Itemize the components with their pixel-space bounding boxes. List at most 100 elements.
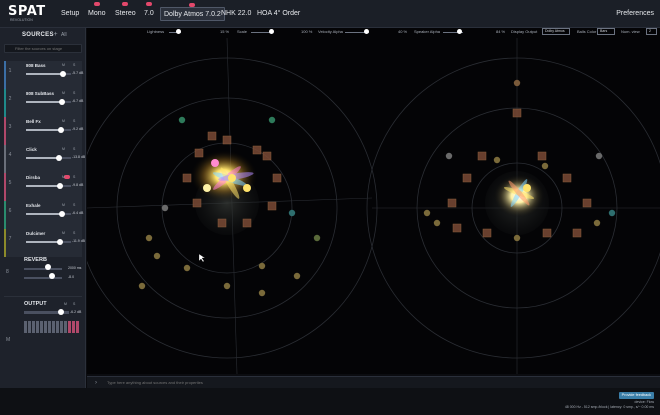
slider-knob[interactable] (59, 71, 66, 77)
source-strip[interactable]: 2 808 SubBass M S -6.7 dB (4, 89, 83, 117)
spatial-viewport[interactable]: Lightness 15 % Scale 100 % Velocity Alph… (87, 28, 660, 374)
output-strip[interactable]: M OUTPUT M S -6.2 dB (4, 296, 82, 358)
output-solo-button[interactable]: S (73, 302, 75, 306)
tab-dolby-atmos[interactable]: Dolby Atmos 7.0.2 (160, 3, 225, 21)
command-input[interactable] (107, 379, 637, 387)
sources-all-toggle[interactable]: All (61, 32, 67, 38)
gain-slider[interactable] (26, 71, 71, 77)
speaker-dot[interactable] (593, 219, 601, 227)
solo-button[interactable]: S (73, 147, 75, 151)
lightness-knob[interactable] (176, 29, 181, 34)
speaker-scene[interactable] (87, 28, 660, 374)
num-view-select[interactable]: 2 (646, 28, 657, 35)
source-name[interactable]: Exhale (26, 203, 41, 208)
speaker-cube[interactable] (582, 198, 592, 208)
speaker-cube[interactable] (272, 173, 282, 183)
speaker-dot[interactable] (268, 116, 276, 124)
speaker-dot[interactable] (493, 156, 501, 164)
speaker-cube[interactable] (252, 145, 262, 155)
speaker-dot[interactable] (223, 282, 231, 290)
speaker-dot[interactable] (313, 234, 321, 242)
mute-button[interactable]: M (62, 203, 65, 207)
speaker-cube[interactable] (207, 131, 217, 141)
speaker-dot[interactable] (258, 262, 266, 270)
speaker-cube[interactable] (477, 151, 487, 161)
tab-nhk[interactable]: NHK 22.0 (221, 7, 251, 21)
sources-search-input[interactable] (4, 44, 82, 53)
solo-button[interactable]: S (73, 175, 75, 179)
source-strip[interactable]: 5 Dirsba M S -9.8 dB (4, 173, 83, 201)
speaker-cube[interactable] (192, 198, 202, 208)
source-name[interactable]: 808 SubBass (26, 91, 54, 96)
speaker-dot[interactable] (138, 282, 146, 290)
mute-button[interactable]: M (62, 119, 65, 123)
speaker-cube[interactable] (537, 151, 547, 161)
tab-mono[interactable]: Mono (88, 2, 106, 21)
source-strip[interactable]: 3 Bell Fx M S -9.2 dB (4, 117, 83, 145)
source-name[interactable]: Dirsba (26, 175, 40, 180)
mute-button[interactable]: M (62, 147, 65, 151)
solo-button[interactable]: S (73, 231, 75, 235)
source-strip[interactable]: 6 Exhale M S -6.4 dB (4, 201, 83, 229)
slider-knob[interactable] (57, 309, 64, 315)
source-name[interactable]: Click (26, 147, 37, 152)
speaker-cube[interactable] (482, 228, 492, 238)
slider-knob[interactable] (56, 239, 63, 245)
slider-knob[interactable] (58, 127, 65, 133)
tab-setup[interactable]: Setup (61, 7, 79, 21)
speaker-dot[interactable] (153, 252, 161, 260)
gain-slider[interactable] (26, 127, 71, 133)
speaker-cube[interactable] (242, 218, 252, 228)
slider-knob[interactable] (56, 155, 63, 161)
output-mute-button[interactable]: M (64, 302, 67, 306)
slider-knob[interactable] (59, 99, 65, 105)
tab-7-0[interactable]: 7.0 (144, 2, 154, 21)
speaker-dot[interactable] (178, 116, 186, 124)
speaker-dot[interactable] (433, 219, 441, 227)
solo-button[interactable]: S (73, 91, 75, 95)
source-name[interactable]: Bell Fx (26, 119, 41, 124)
provide-feedback-button[interactable]: Provide feedback (618, 392, 654, 399)
speaker-dot[interactable] (288, 209, 296, 217)
speaker-cube[interactable] (572, 228, 582, 238)
mute-button[interactable]: M (62, 63, 65, 67)
gain-slider[interactable] (26, 183, 71, 189)
source-strip[interactable]: 7 Dulcimer M S -11.9 dB (4, 229, 85, 257)
speaker-dot[interactable] (445, 152, 453, 160)
speaker-cube[interactable] (447, 198, 457, 208)
speaker-cube[interactable] (512, 108, 522, 118)
speaker-cube[interactable] (262, 151, 272, 161)
source-strip[interactable]: 1 808 Bass M S -5.7 dB (4, 61, 83, 89)
speaker-cube[interactable] (562, 173, 572, 183)
source-name[interactable]: Dulcimer (26, 231, 45, 236)
slider-knob[interactable] (59, 211, 65, 217)
mute-button[interactable]: M (62, 231, 65, 235)
speaker-dot[interactable] (595, 152, 603, 160)
speaker-cube[interactable] (217, 218, 227, 228)
speaker-dot[interactable] (161, 204, 169, 212)
speaker-dot[interactable] (293, 272, 301, 280)
output-gain-slider[interactable] (24, 309, 69, 315)
mute-button[interactable]: M (62, 91, 65, 95)
reverb-level-slider[interactable]: -8.0 (24, 273, 80, 281)
speaker-cube[interactable] (222, 135, 232, 145)
mute-button[interactable]: M (62, 175, 65, 179)
tab-hoa[interactable]: HOA 4° Order (257, 7, 300, 21)
slider-knob[interactable] (44, 264, 51, 270)
source-name[interactable]: 808 Bass (26, 63, 46, 68)
speaker-dot[interactable] (608, 209, 616, 217)
tab-stereo[interactable]: Stereo (115, 2, 136, 21)
gain-slider[interactable] (26, 99, 71, 105)
gain-slider[interactable] (26, 239, 71, 245)
speaker-dot[interactable] (258, 289, 266, 297)
speaker-dot[interactable] (423, 209, 431, 217)
speaker-dot[interactable] (183, 264, 191, 272)
speaker-cube[interactable] (452, 223, 462, 233)
preferences-button[interactable]: Preferences (616, 7, 654, 21)
speaker-cube[interactable] (182, 173, 192, 183)
speaker-dot[interactable] (541, 162, 549, 170)
slider-knob[interactable] (57, 183, 64, 189)
velocity-alpha-knob[interactable] (364, 29, 369, 34)
solo-button[interactable]: S (73, 119, 75, 123)
chevron-right-icon[interactable]: › (95, 380, 101, 386)
